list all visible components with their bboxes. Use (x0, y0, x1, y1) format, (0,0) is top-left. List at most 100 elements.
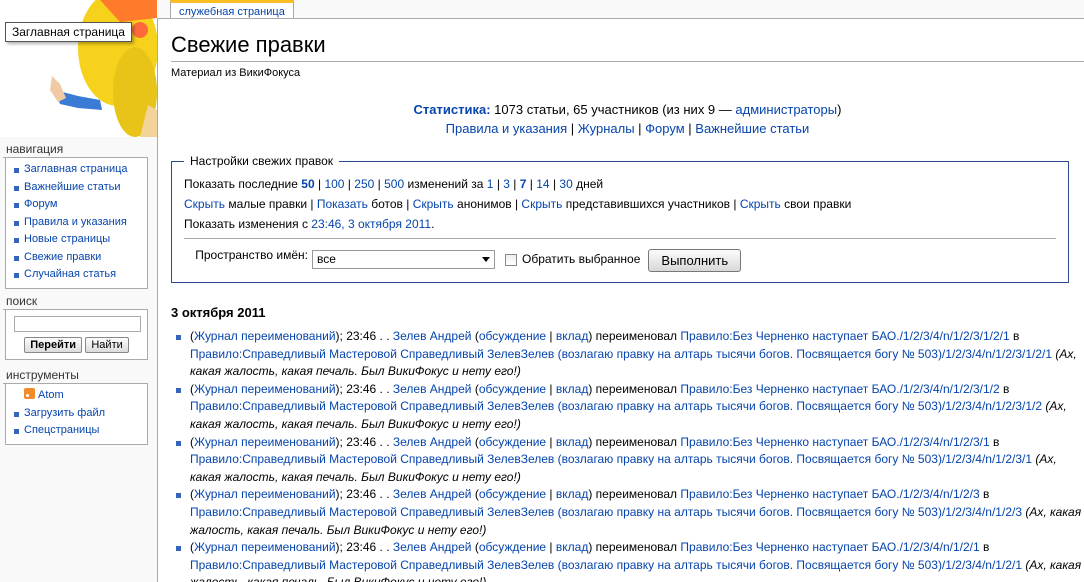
change-row: (Журнал переименований); 23:46 . . Зелев… (171, 381, 1084, 434)
namespace-value: все (317, 252, 336, 266)
forum-link[interactable]: Форум (645, 121, 685, 136)
find-button[interactable]: Найти (85, 337, 129, 353)
nav-item-recent-changes[interactable]: Свежие правки (10, 249, 143, 267)
page-subtitle: Материал из ВикиФокуса (171, 67, 301, 79)
from-page-link[interactable]: Правило:Без Черненко наступает БАО./1/2/… (680, 329, 1009, 343)
log-link[interactable]: Журнал переименований (194, 540, 336, 554)
hide-anons-link[interactable]: Скрыть (413, 197, 454, 211)
tools-title: инструменты (3, 368, 148, 384)
nav-item-random[interactable]: Случайная статья (10, 266, 143, 284)
talk-link[interactable]: обсуждение (479, 435, 546, 449)
namespace-select[interactable]: все (312, 250, 495, 269)
tool-item-special[interactable]: Спецстраницы (10, 422, 143, 440)
action-text: переименовал (595, 540, 678, 555)
go-button[interactable]: Перейти (24, 337, 83, 353)
days-14-link[interactable]: 14 (536, 177, 549, 191)
limit-250-link[interactable]: 250 (354, 177, 374, 191)
to-page-link[interactable]: Правило:Справедливый Мастеровой Справедл… (190, 399, 1042, 413)
since-link[interactable]: 23:46, 3 октября 2011 (311, 217, 431, 231)
nav-item-rules[interactable]: Правила и указания (10, 214, 143, 232)
talk-link[interactable]: обсуждение (479, 382, 546, 396)
invert-label: Обратить выбранное (522, 252, 641, 266)
log-link[interactable]: Журнал переименований (194, 382, 336, 396)
days-7-link[interactable]: 7 (520, 177, 527, 191)
dropdown-arrow-icon (482, 257, 490, 262)
tool-item-atom[interactable]: Atom (10, 387, 143, 405)
logo-image (0, 0, 157, 137)
featured-link[interactable]: Важнейшие статьи (695, 121, 809, 136)
logs-link[interactable]: Журналы (578, 121, 635, 136)
to-page-link[interactable]: Правило:Справедливый Мастеровой Справедл… (190, 558, 1022, 572)
log-link[interactable]: Журнал переименований (194, 487, 336, 501)
from-page-link[interactable]: Правило:Без Черненко наступает БАО./1/2/… (680, 435, 989, 449)
change-row: (Журнал переименований); 23:46 . . Зелев… (171, 539, 1084, 582)
show-bots-link[interactable]: Показать (317, 197, 368, 211)
contribs-link[interactable]: вклад (556, 540, 588, 554)
days-label: дней (576, 177, 604, 191)
from-page-link[interactable]: Правило:Без Черненко наступает БАО./1/2/… (680, 487, 979, 501)
contribs-link[interactable]: вклад (556, 329, 588, 343)
rules-link[interactable]: Правила и указания (446, 121, 568, 136)
user-link[interactable]: Зелев Андрей (393, 540, 472, 554)
user-link[interactable]: Зелев Андрей (393, 435, 472, 449)
log-link[interactable]: Журнал переименований (194, 329, 336, 343)
hide-loggedin-link[interactable]: Скрыть (521, 197, 562, 211)
hide-minor-link[interactable]: Скрыть (184, 197, 225, 211)
date-heading: 3 октября 2011 (171, 305, 266, 320)
contribs-link[interactable]: вклад (556, 487, 588, 501)
user-link[interactable]: Зелев Андрей (393, 382, 472, 396)
days-1-link[interactable]: 1 (487, 177, 494, 191)
stats-block: Статистика: 1073 статьи, 65 участников (… (413, 102, 842, 136)
nav-item-new-pages[interactable]: Новые страницы (10, 231, 143, 249)
run-button[interactable]: Выполнить (648, 249, 742, 272)
rc-settings: Настройки свежих правок Показать последн… (171, 154, 1069, 283)
hide-mine-link[interactable]: Скрыть (740, 197, 781, 211)
invert-checkbox[interactable] (505, 254, 517, 266)
limit-100-link[interactable]: 100 (324, 177, 344, 191)
namespace-label: Пространство имён: (195, 248, 308, 262)
to-page-link[interactable]: Правило:Справедливый Мастеровой Справедл… (190, 347, 1052, 361)
home-tooltip: Заглавная страница (5, 22, 132, 42)
tool-item-upload[interactable]: Загрузить файл (10, 405, 143, 423)
log-link[interactable]: Журнал переименований (194, 435, 336, 449)
stats-link[interactable]: Статистика: (414, 102, 491, 117)
mine-label: свои правки (784, 197, 852, 211)
tab-special-page[interactable]: служебная страница (170, 0, 294, 19)
nav-item-main-page[interactable]: Заглавная страница (10, 161, 143, 179)
to-page-link[interactable]: Правило:Справедливый Мастеровой Справедл… (190, 452, 1032, 466)
content-area: Свежие правки Материал из ВикиФокуса Ста… (157, 18, 1084, 582)
to-page-link[interactable]: Правило:Справедливый Мастеровой Справедл… (190, 505, 1022, 519)
contribs-link[interactable]: вклад (556, 382, 588, 396)
change-time: 23:46 (346, 487, 377, 502)
changes-for-label: изменений за (407, 177, 484, 191)
since-label: Показать изменения с (184, 217, 308, 231)
search-input[interactable] (14, 316, 141, 332)
change-time: 23:46 (346, 381, 377, 396)
tools-portlet: инструменты Atom Загрузить файл Спецстра… (3, 368, 148, 445)
site-logo[interactable]: Заглавная страница (0, 0, 157, 137)
limit-500-link[interactable]: 500 (384, 177, 404, 191)
change-time: 23:46 (346, 329, 377, 343)
contribs-link[interactable]: вклад (556, 435, 588, 449)
days-3-link[interactable]: 3 (503, 177, 510, 191)
user-link[interactable]: Зелев Андрей (393, 329, 472, 343)
admins-link[interactable]: администраторы (735, 102, 837, 117)
nav-item-forum[interactable]: Форум (10, 196, 143, 214)
talk-link[interactable]: обсуждение (479, 329, 546, 343)
talk-link[interactable]: обсуждение (479, 540, 546, 554)
from-page-link[interactable]: Правило:Без Черненко наступает БАО./1/2/… (680, 382, 999, 396)
rc-settings-legend: Настройки свежих правок (190, 154, 334, 168)
action-text: переименовал (595, 487, 678, 502)
days-30-link[interactable]: 30 (559, 177, 572, 191)
change-row: (Журнал переименований); 23:46 . . Зелев… (171, 434, 1084, 487)
user-link[interactable]: Зелев Андрей (393, 487, 472, 501)
page-title: Свежие правки (171, 31, 1084, 62)
change-row: (Журнал переименований); 23:46 . . Зелев… (171, 328, 1084, 381)
limit-50-link[interactable]: 50 (301, 177, 314, 191)
from-page-link[interactable]: Правило:Без Черненко наступает БАО./1/2/… (680, 540, 979, 554)
loggedin-label: представившихся участников (565, 197, 731, 211)
nav-item-featured[interactable]: Важнейшие статьи (10, 179, 143, 197)
talk-link[interactable]: обсуждение (479, 487, 546, 501)
change-time: 23:46 (346, 434, 377, 449)
action-text: переименовал (595, 329, 678, 343)
